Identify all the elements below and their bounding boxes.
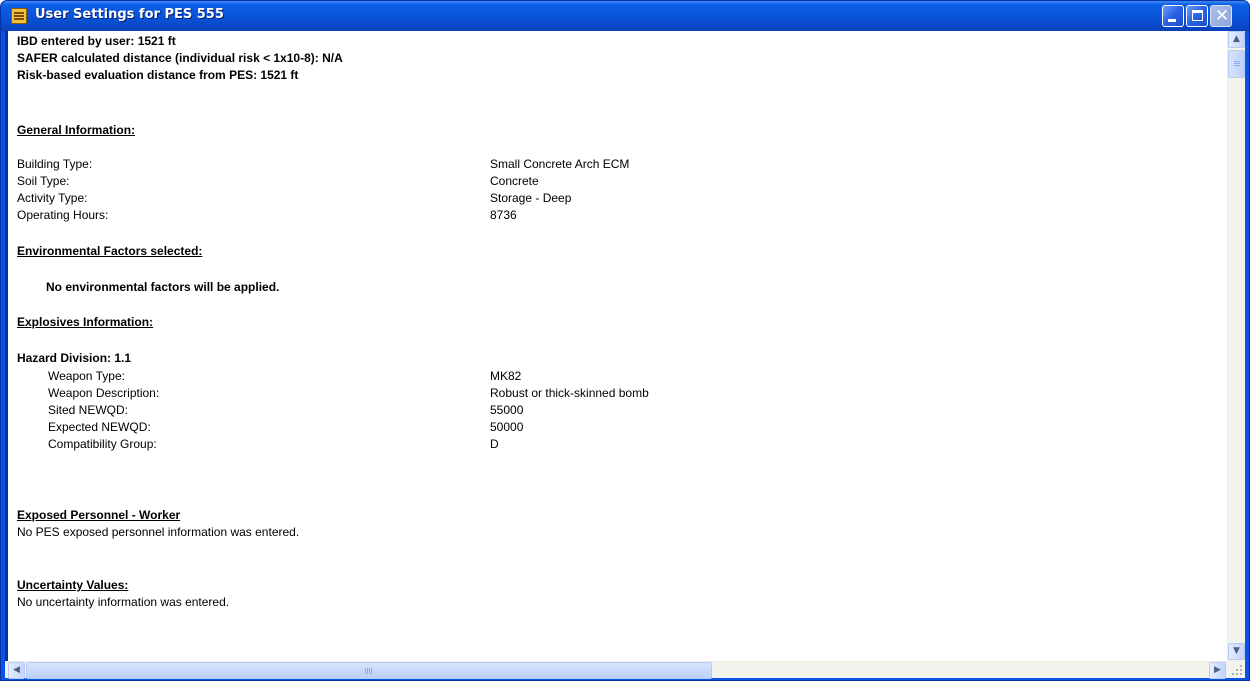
explosives-value: Robust or thick-skinned bomb (490, 386, 649, 400)
scroll-up-button[interactable]: ▲ (1228, 31, 1245, 48)
environmental-heading: Environmental Factors selected: (17, 244, 203, 258)
resize-grip[interactable] (1227, 661, 1245, 678)
client-area: IBD entered by user: 1521 ft SAFER calcu… (5, 31, 1245, 679)
explosives-heading: Explosives Information: (17, 315, 154, 329)
document-list-icon (11, 8, 27, 24)
window-title: User Settings for PES 555 (35, 7, 224, 22)
general-label: Building Type: (17, 157, 93, 171)
horizontal-scroll-thumb[interactable] (26, 662, 712, 679)
arrow-down-icon: ▼ (1233, 646, 1240, 656)
scroll-right-button[interactable]: ▶ (1209, 662, 1226, 679)
minimize-button[interactable] (1162, 5, 1184, 27)
general-label: Activity Type: (17, 191, 88, 205)
maximize-icon (1192, 10, 1203, 21)
general-value: Storage - Deep (490, 191, 572, 205)
general-label: Soil Type: (17, 174, 70, 188)
explosives-label: Weapon Description: (48, 386, 160, 400)
arrow-right-icon: ▶ (1214, 665, 1221, 675)
close-button[interactable]: ✕ (1210, 5, 1232, 27)
explosives-value: MK82 (490, 369, 522, 383)
hazard-division: Hazard Division: 1.1 (17, 351, 132, 365)
general-label: Operating Hours: (17, 208, 109, 222)
vertical-scroll-thumb[interactable] (1228, 50, 1245, 78)
scroll-left-button[interactable]: ◀ (8, 662, 25, 679)
title-bar[interactable]: User Settings for PES 555 ✕ (1, 1, 1249, 31)
general-value: Concrete (490, 174, 539, 188)
report-content: IBD entered by user: 1521 ft SAFER calcu… (5, 31, 1227, 661)
close-icon: ✕ (1214, 6, 1230, 26)
maximize-button[interactable] (1186, 5, 1208, 27)
environmental-note: No environmental factors will be applied… (46, 280, 280, 294)
general-value: Small Concrete Arch ECM (490, 157, 630, 171)
general-heading: General Information: (17, 123, 136, 137)
uncertainty-heading: Uncertainty Values: (17, 578, 129, 592)
ibd-line: IBD entered by user: 1521 ft (17, 34, 176, 48)
explosives-label: Sited NEWQD: (48, 403, 129, 417)
explosives-value: 55000 (490, 403, 524, 417)
horizontal-scrollbar[interactable]: ◀ ▶ (5, 661, 1227, 679)
safer-line: SAFER calculated distance (individual ri… (17, 51, 343, 65)
explosives-value: 50000 (490, 420, 524, 434)
arrow-left-icon: ◀ (13, 665, 20, 675)
scroll-down-button[interactable]: ▼ (1228, 643, 1245, 660)
personnel-note: No PES exposed personnel information was… (17, 525, 300, 539)
vertical-scrollbar[interactable]: ▲ ▼ (1227, 31, 1245, 661)
explosives-label: Expected NEWQD: (48, 420, 151, 434)
settings-window: User Settings for PES 555 ✕ IBD entered … (0, 0, 1250, 681)
general-value: 8736 (490, 208, 517, 222)
explosives-label: Compatibility Group: (48, 437, 157, 451)
explosives-label: Weapon Type: (48, 369, 125, 383)
risk-line: Risk-based evaluation distance from PES:… (17, 68, 299, 82)
personnel-heading: Exposed Personnel - Worker (17, 508, 181, 522)
uncertainty-note: No uncertainty information was entered. (17, 595, 230, 609)
minimize-icon (1168, 19, 1176, 22)
explosives-value: D (490, 437, 499, 451)
arrow-up-icon: ▲ (1233, 34, 1240, 44)
